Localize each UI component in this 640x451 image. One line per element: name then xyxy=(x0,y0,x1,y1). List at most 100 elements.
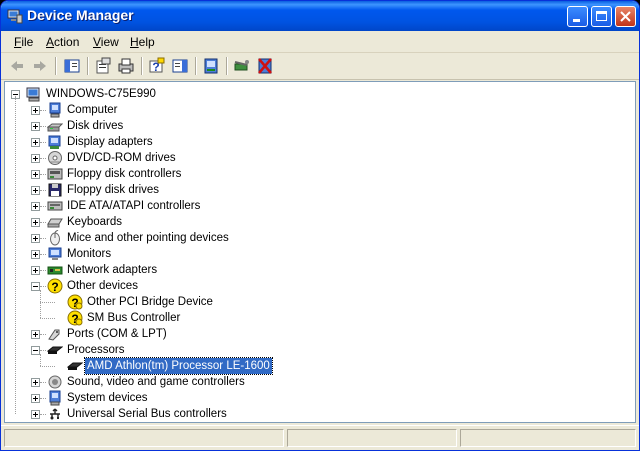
menu-help[interactable]: Help xyxy=(130,35,155,49)
category-disk-drives[interactable]: Disk drives xyxy=(29,118,429,134)
expand-toggle[interactable] xyxy=(31,266,40,275)
category-display-adapters[interactable]: Display adapters xyxy=(29,134,429,150)
device-amd-athlon-tm-processor-le-1600[interactable]: AMD Athlon(tm) Processor LE-1600 xyxy=(40,357,449,375)
category-computer[interactable]: Computer xyxy=(29,102,429,118)
show-hide-action-pane-icon[interactable] xyxy=(170,56,190,76)
warning-device-icon: ? xyxy=(67,310,83,326)
device-sm-bus-controller[interactable]: ? SM Bus Controller xyxy=(40,310,449,326)
minimize-button[interactable] xyxy=(567,6,588,27)
collapse-toggle[interactable] xyxy=(31,346,40,355)
device-other-pci-bridge-device[interactable]: ? Other PCI Bridge Device xyxy=(40,294,449,310)
tree-connector xyxy=(40,354,41,366)
status-pane-main xyxy=(4,429,284,447)
tree-connector xyxy=(40,290,41,318)
tree-connector xyxy=(40,302,55,303)
tree-root[interactable]: WINDOWS-C75E990 xyxy=(9,86,309,102)
tree-connector xyxy=(40,158,46,159)
category-label: Universal Serial Bus controllers xyxy=(67,408,227,420)
menu-bar: File Action View Help xyxy=(1,31,639,53)
tree-connector xyxy=(40,142,46,143)
category-sound-video-and-game-controllers[interactable]: Sound, video and game controllers xyxy=(29,374,429,390)
expand-toggle[interactable] xyxy=(31,138,40,147)
category-label: System devices xyxy=(67,392,148,404)
expand-toggle[interactable] xyxy=(31,202,40,211)
display-adapter-icon xyxy=(48,135,61,149)
category-label: Monitors xyxy=(67,248,112,260)
warning-device-icon: ? xyxy=(67,294,83,310)
update-driver-icon[interactable] xyxy=(201,56,221,76)
port-icon xyxy=(48,329,60,341)
maximize-button[interactable] xyxy=(591,6,612,27)
expand-toggle[interactable] xyxy=(31,154,40,163)
category-mice-and-other-pointing-devices[interactable]: Mice and other pointing devices xyxy=(29,230,429,246)
menu-file[interactable]: File xyxy=(14,35,33,49)
print-icon[interactable] xyxy=(116,56,136,76)
category-floppy-disk-controllers[interactable]: Floppy disk controllers xyxy=(29,166,429,182)
expand-toggle[interactable] xyxy=(31,330,40,339)
show-hide-tree-icon[interactable] xyxy=(62,56,82,76)
collapse-toggle[interactable] xyxy=(31,282,40,291)
expand-toggle[interactable] xyxy=(31,234,40,243)
menu-action[interactable]: Action xyxy=(46,35,79,49)
category-universal-serial-bus-controllers[interactable]: Universal Serial Bus controllers xyxy=(29,406,429,422)
menu-help-label: elp xyxy=(138,35,155,49)
maximize-icon xyxy=(596,11,607,21)
menu-view[interactable]: View xyxy=(93,35,119,49)
category-label: Display adapters xyxy=(67,136,153,148)
scan-hardware-icon[interactable] xyxy=(232,56,252,76)
expand-toggle[interactable] xyxy=(31,122,40,131)
category-keyboards[interactable]: Keyboards xyxy=(29,214,429,230)
category-label: Floppy disk drives xyxy=(67,184,160,196)
processor-icon xyxy=(47,346,63,354)
category-processors[interactable]: Processors xyxy=(29,342,429,358)
category-system-devices[interactable]: System devices xyxy=(29,390,429,406)
category-label: Ports (COM & LPT) xyxy=(67,328,167,340)
title-bar[interactable]: Device Manager xyxy=(1,1,639,31)
expand-toggle[interactable] xyxy=(31,170,40,179)
menu-action-accel: A xyxy=(46,35,55,49)
category-monitors[interactable]: Monitors xyxy=(29,246,429,262)
menu-help-accel: H xyxy=(130,35,139,49)
menu-view-label: iew xyxy=(100,35,119,49)
expand-toggle[interactable] xyxy=(31,250,40,259)
tree-connector xyxy=(40,222,46,223)
computer-root-icon xyxy=(26,87,40,102)
category-label: Network adapters xyxy=(67,264,158,276)
tree-connector xyxy=(40,350,46,351)
expand-toggle[interactable] xyxy=(31,394,40,403)
category-other-devices[interactable]: ? Other devices xyxy=(29,278,429,294)
expand-toggle[interactable] xyxy=(31,378,40,387)
computer-icon xyxy=(49,102,61,118)
expand-toggle[interactable] xyxy=(31,410,40,419)
uninstall-icon[interactable] xyxy=(255,56,275,76)
close-button[interactable] xyxy=(615,6,636,27)
expand-toggle[interactable] xyxy=(31,106,40,115)
tree-connector xyxy=(40,398,46,399)
device-manager-window: Device Manager File Action View Help ? W… xyxy=(0,0,640,451)
category-ide-ata-atapi-controllers[interactable]: IDE ATA/ATAPI controllers xyxy=(29,198,429,214)
expand-toggle[interactable] xyxy=(31,218,40,227)
category-floppy-disk-drives[interactable]: Floppy disk drives xyxy=(29,182,429,198)
category-ports-com-lpt[interactable]: Ports (COM & LPT) xyxy=(29,326,429,342)
network-adapter-icon xyxy=(47,266,63,275)
category-network-adapters[interactable]: Network adapters xyxy=(29,262,429,278)
device-tree[interactable]: WINDOWS-C75E990 Computer Disk drives Displa… xyxy=(4,81,636,423)
floppy-controller-icon xyxy=(47,168,63,180)
tree-connector xyxy=(40,110,46,111)
category-label: Disk drives xyxy=(67,120,124,132)
properties-icon[interactable] xyxy=(93,56,113,76)
forward-icon[interactable] xyxy=(30,56,50,76)
system-devices-icon xyxy=(49,390,61,406)
expand-toggle[interactable] xyxy=(31,186,40,195)
category-label: Sound, video and game controllers xyxy=(67,376,245,388)
category-label: Processors xyxy=(67,344,125,356)
tree-connector xyxy=(15,96,16,414)
category-label: Computer xyxy=(67,104,118,116)
usb-icon xyxy=(50,408,60,420)
tree-connector xyxy=(40,254,46,255)
sound-icon xyxy=(48,375,62,389)
back-icon[interactable] xyxy=(7,56,27,76)
category-label: Floppy disk controllers xyxy=(67,168,182,180)
help-icon[interactable]: ? xyxy=(147,56,167,76)
category-dvd-cd-rom-drives[interactable]: DVD/CD-ROM drives xyxy=(29,150,429,166)
